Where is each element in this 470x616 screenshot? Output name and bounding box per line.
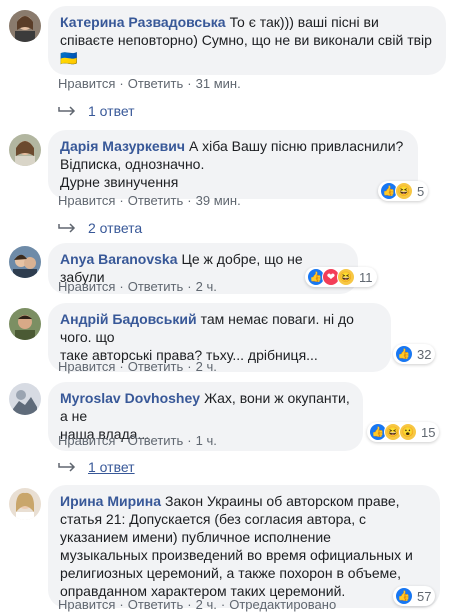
like-link[interactable]: Нравится <box>58 193 115 208</box>
comment-text: указанием имени) публичное исполнение <box>60 529 331 545</box>
avatar[interactable] <box>9 246 41 278</box>
comment-text: статья 21: Допускается (без согласия авт… <box>60 511 366 527</box>
like-link[interactable]: Нравится <box>58 279 115 294</box>
reactions-summary[interactable]: 👍 😆 😮 15 <box>367 422 440 442</box>
comment-author[interactable]: Андрій Бадовський <box>60 311 197 327</box>
comment-author[interactable]: Катерина Развадовська <box>60 14 226 30</box>
avatar[interactable] <box>9 488 41 520</box>
comment-text: А хіба Вашу пісню привласнили? <box>188 138 404 154</box>
comment-actions: Нравится · Ответить · 2 ч. · Отредактировано <box>58 597 337 612</box>
replies-count[interactable]: 1 ответ <box>88 459 135 475</box>
view-replies-link[interactable]: 2 ответа <box>58 220 142 236</box>
reply-arrow-icon <box>58 106 76 116</box>
replies-count[interactable]: 2 ответа <box>88 220 142 236</box>
comment-text: Закон Украины об авторском праве, <box>165 493 400 509</box>
timestamp[interactable]: 2 ч. <box>196 359 217 374</box>
comment-actions: Нравится · Ответить · 2 ч. <box>58 279 217 294</box>
comment-author[interactable]: Anya Baranovska <box>60 251 178 267</box>
like-reaction-icon: 👍 <box>395 345 413 363</box>
reply-link[interactable]: Ответить <box>128 359 184 374</box>
comment-actions: Нравится · Ответить · 31 мин. <box>58 76 241 91</box>
wow-reaction-icon: 😮 <box>399 423 417 441</box>
avatar[interactable] <box>9 383 41 415</box>
comment-text: религиозных церемоний, а также похорон в… <box>60 565 401 581</box>
comment-author[interactable]: Дарія Мазуркевич <box>60 138 185 154</box>
timestamp[interactable]: 1 ч. <box>196 433 217 448</box>
view-replies-link[interactable]: 1 ответ <box>58 459 135 475</box>
reaction-count: 32 <box>417 346 432 362</box>
comment-bubble: Ирина Мирина Закон Украины об авторском п… <box>48 485 440 608</box>
reaction-count: 5 <box>417 183 425 199</box>
reply-link[interactable]: Ответить <box>128 433 184 448</box>
reactions-summary[interactable]: 👍 57 <box>393 586 436 606</box>
avatar[interactable] <box>9 308 41 340</box>
avatar[interactable] <box>9 10 41 42</box>
haha-reaction-icon: 😆 <box>395 182 413 200</box>
reaction-count: 15 <box>421 424 436 440</box>
like-link[interactable]: Нравится <box>58 433 115 448</box>
comment-text: Дурне звинучення <box>60 174 179 190</box>
timestamp[interactable]: 2 ч. <box>196 597 217 612</box>
reply-link[interactable]: Ответить <box>128 597 184 612</box>
comment-author[interactable]: Ирина Мирина <box>60 493 161 509</box>
reactions-summary[interactable]: 👍 😆 5 <box>378 181 429 201</box>
comment-actions: Нравится · Ответить · 2 ч. <box>58 359 217 374</box>
comment-bubble: Дарія Мазуркевич А хіба Вашу пісню привла… <box>48 130 418 199</box>
like-link[interactable]: Нравится <box>58 359 115 374</box>
comment-actions: Нравится · Ответить · 1 ч. <box>58 433 217 448</box>
avatar[interactable] <box>9 134 41 166</box>
reply-arrow-icon <box>58 223 76 233</box>
haha-reaction-icon: 😆 <box>337 268 355 286</box>
edited-label: Отредактировано <box>229 597 337 612</box>
like-link[interactable]: Нравится <box>58 76 115 91</box>
timestamp[interactable]: 2 ч. <box>196 279 217 294</box>
comment-author[interactable]: Myroslav Dovhoshey <box>60 390 200 406</box>
reactions-summary[interactable]: 👍 32 <box>393 344 436 364</box>
like-reaction-icon: 👍 <box>395 587 413 605</box>
view-replies-link[interactable]: 1 ответ <box>58 103 135 119</box>
timestamp[interactable]: 31 мин. <box>196 76 241 91</box>
comment-text: музыкальных произведений во время официа… <box>60 547 413 563</box>
comment-actions: Нравится · Ответить · 39 мин. <box>58 193 241 208</box>
comment-text: Відписка, однозначно. <box>60 156 205 172</box>
reactions-summary[interactable]: 👍 ❤ 😆 11 <box>305 267 377 287</box>
reply-link[interactable]: Ответить <box>128 279 184 294</box>
reply-link[interactable]: Ответить <box>128 193 184 208</box>
comment-bubble: Катерина Развадовська То є так))) ваші пі… <box>48 6 446 75</box>
like-link[interactable]: Нравится <box>58 597 115 612</box>
replies-count[interactable]: 1 ответ <box>88 103 135 119</box>
reply-arrow-icon <box>58 462 76 472</box>
reaction-count: 57 <box>417 588 432 604</box>
reply-link[interactable]: Ответить <box>128 76 184 91</box>
reaction-count: 11 <box>359 269 373 285</box>
timestamp[interactable]: 39 мин. <box>196 193 241 208</box>
